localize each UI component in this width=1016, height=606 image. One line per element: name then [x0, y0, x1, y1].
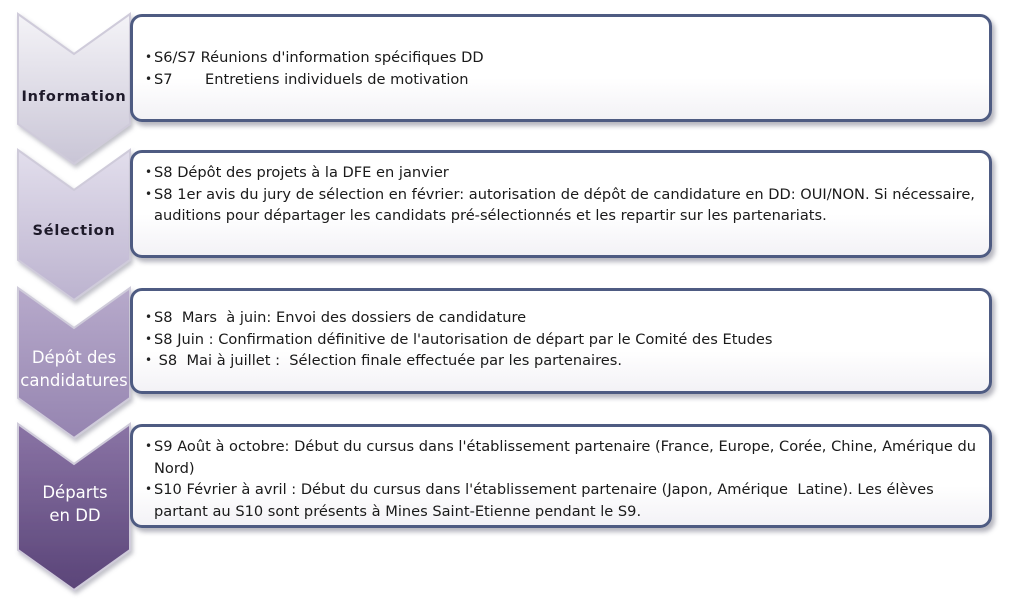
- step-box-information: S6/S7 Réunions d'information spécifiques…: [130, 14, 992, 122]
- bullet-list: S8 Dépôt des projets à la DFE en janvier…: [145, 162, 981, 227]
- bullet-item: S7 Entretiens individuels de motivation: [145, 69, 981, 91]
- bullet-item: S8 1er avis du jury de sélection en févr…: [145, 184, 981, 227]
- step-box-depot-candidatures: S8 Mars à juin: Envoi des dossiers de ca…: [130, 288, 992, 394]
- bullet-list: S6/S7 Réunions d'information spécifiques…: [145, 47, 981, 90]
- step-label-departs: Départs en DD: [42, 483, 108, 525]
- bullet-item: S8 Dépôt des projets à la DFE en janvier: [145, 162, 981, 184]
- step-box-selection: S8 Dépôt des projets à la DFE en janvier…: [130, 150, 992, 258]
- bullet-item: S8 Mai à juillet : Sélection finale effe…: [145, 350, 981, 372]
- bullet-item: S9 Août à octobre: Début du cursus dans …: [145, 436, 981, 479]
- step-label-depot-candidatures: Dépôt des candidatures: [20, 348, 128, 390]
- bullet-item: S6/S7 Réunions d'information spécifiques…: [145, 47, 981, 69]
- step-label-information: Information: [21, 89, 127, 105]
- step-box-departs: S9 Août à octobre: Début du cursus dans …: [130, 424, 992, 528]
- bullet-item: S8 Mars à juin: Envoi des dossiers de ca…: [145, 307, 981, 329]
- bullet-item: S10 Février à avril : Début du cursus da…: [145, 479, 981, 522]
- bullet-list: S8 Mars à juin: Envoi des dossiers de ca…: [145, 307, 981, 372]
- bullet-item: S8 Juin : Confirmation définitive de l'a…: [145, 329, 981, 351]
- step-label-selection: Sélection: [32, 223, 116, 239]
- bullet-list: S9 Août à octobre: Début du cursus dans …: [145, 436, 981, 522]
